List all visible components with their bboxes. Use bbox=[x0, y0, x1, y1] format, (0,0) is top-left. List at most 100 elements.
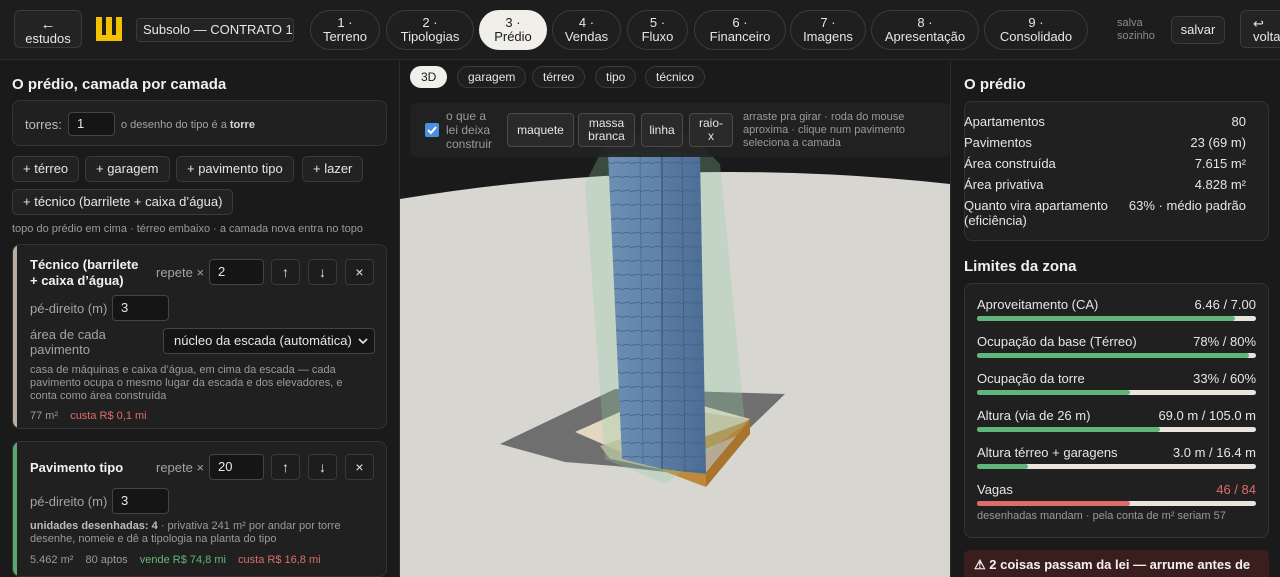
limit-label: Altura térreo + garagens bbox=[977, 445, 1118, 460]
towers-input[interactable]: 1 bbox=[68, 112, 115, 136]
step-tab-3[interactable]: 3 · Prédio bbox=[479, 10, 547, 50]
limit-progress-fill bbox=[977, 353, 1250, 358]
repeat-input[interactable]: 20 bbox=[209, 454, 264, 480]
limit-value: 46 / 84 bbox=[1216, 482, 1256, 497]
viewer-hint: arraste pra girar · roda do mouse aproxi… bbox=[743, 111, 906, 149]
step-number: 1 · bbox=[337, 15, 353, 30]
view-options-overlay: o que a lei deixa construir maquete mass… bbox=[410, 103, 950, 157]
layer-units: 80 aptos bbox=[85, 554, 128, 566]
summary-row-private-area: Área privativa 4.828 m² bbox=[964, 177, 1246, 192]
step-label: Prédio bbox=[494, 29, 532, 44]
layer-revenue: vende R$ 74,8 mi bbox=[139, 554, 226, 566]
mode-maquete-button[interactable]: maquete bbox=[507, 113, 574, 147]
layer-card-tecnico[interactable]: Técnico (barrilete + caixa d’água) repet… bbox=[12, 244, 387, 429]
mode-linha-button[interactable]: linha bbox=[641, 113, 683, 147]
repeat-input[interactable]: 2 bbox=[209, 259, 264, 285]
step-tab-1[interactable]: 1 · Terreno bbox=[310, 10, 380, 50]
limit-label: Ocupação da base (Térreo) bbox=[977, 334, 1137, 349]
limit-progress-bar bbox=[977, 464, 1256, 469]
tab-garagem[interactable]: garagem bbox=[457, 66, 527, 88]
floor-area-select[interactable]: núcleo da escada (automática) bbox=[163, 328, 375, 354]
tab-tecnico[interactable]: técnico bbox=[645, 66, 706, 88]
viewer-panel: 3D garagem térreo tipo técnico o que a l… bbox=[400, 61, 950, 577]
tab-3d[interactable]: 3D bbox=[410, 66, 448, 88]
layer-color-stripe bbox=[13, 442, 17, 576]
save-button[interactable]: salvar bbox=[1171, 16, 1225, 44]
step-tab-2[interactable]: 2 · Tipologias bbox=[386, 10, 474, 50]
mode-massa-branca-button[interactable]: massa branca bbox=[578, 113, 635, 147]
layer-card-pavimento-tipo[interactable]: Pavimento tipo repete × 20 ↑ ↓ × pé-dire… bbox=[12, 441, 387, 577]
step-number: 9 · bbox=[1028, 15, 1044, 30]
add-pavimento-tipo-button[interactable]: + pavimento tipo bbox=[176, 156, 294, 182]
step-number: 3 · bbox=[505, 15, 521, 30]
step-number: 2 · bbox=[422, 15, 438, 30]
limit-row: Altura (via de 26 m) 69.0 m / 105.0 m bbox=[977, 408, 1256, 423]
project-name-field[interactable]: Subsolo — CONTRATO 1 bbox=[136, 18, 294, 42]
step-tab-5[interactable]: 5 · Fluxo bbox=[627, 10, 688, 50]
towers-hint: o desenho do tipo é a torre bbox=[121, 119, 255, 131]
move-up-button[interactable]: ↑ bbox=[271, 454, 300, 480]
ceiling-height-input[interactable]: 3 bbox=[112, 295, 169, 321]
vagas-note: desenhadas mandam · pela conta de m² ser… bbox=[977, 510, 1226, 522]
ceiling-height-label: pé-direito (m) bbox=[30, 301, 108, 316]
move-up-button[interactable]: ↑ bbox=[271, 259, 300, 285]
add-tecnico-button[interactable]: + técnico (barrilete + caixa d’água) bbox=[12, 189, 234, 215]
legal-alert-banner[interactable]: ⚠ 2 coisas passam da lei — arrume antes … bbox=[964, 550, 1269, 577]
step-number: 8 · bbox=[917, 15, 933, 30]
ceiling-height-label: pé-direito (m) bbox=[30, 494, 108, 509]
repeat-label: repete × bbox=[156, 460, 205, 475]
legal-envelope-checkbox[interactable] bbox=[425, 123, 439, 137]
limit-progress-bar bbox=[977, 427, 1256, 432]
add-garagem-button[interactable]: + garagem bbox=[85, 156, 170, 182]
add-terreo-button[interactable]: + térreo bbox=[12, 156, 80, 182]
step-number: 5 · bbox=[649, 15, 666, 30]
3d-viewport[interactable]: o que a lei deixa construir maquete mass… bbox=[400, 94, 950, 577]
tab-terreo[interactable]: térreo bbox=[532, 66, 586, 88]
move-down-button[interactable]: ↓ bbox=[308, 454, 337, 480]
limit-label: Vagas bbox=[977, 482, 1013, 497]
step-number: 4 · bbox=[578, 15, 595, 30]
ceiling-height-input[interactable]: 3 bbox=[112, 488, 169, 514]
step-tab-7[interactable]: 7 · Imagens bbox=[790, 10, 866, 50]
step-number: 6 · bbox=[732, 15, 748, 30]
step-tab-6[interactable]: 6 · Financeiro bbox=[694, 10, 786, 50]
step-tab-9[interactable]: 9 · Consolidado bbox=[984, 10, 1088, 50]
limit-value: 3.0 m / 16.4 m bbox=[1172, 445, 1256, 460]
layer-title: Pavimento tipo bbox=[30, 460, 124, 475]
remove-layer-button[interactable]: × bbox=[345, 259, 374, 285]
mode-raio-x-button[interactable]: raio-x bbox=[689, 113, 733, 147]
units-info: unidades desenhadas: 4 · privativa 241 m… bbox=[30, 520, 341, 545]
limit-progress-fill bbox=[977, 464, 1029, 469]
limit-label: Altura (via de 26 m) bbox=[977, 408, 1091, 423]
add-lazer-button[interactable]: + lazer bbox=[302, 156, 364, 182]
summary-row-apartments: Apartamentos 80 bbox=[964, 114, 1246, 129]
layer-cost: custa R$ 0,1 mi bbox=[70, 410, 147, 422]
towers-label: torres: bbox=[25, 117, 62, 132]
remove-layer-button[interactable]: × bbox=[345, 454, 374, 480]
step-label: Financeiro bbox=[709, 29, 771, 44]
limit-value: 78% / 80% bbox=[1193, 334, 1256, 349]
limit-progress-fill bbox=[977, 390, 1131, 395]
back-to-studies-button[interactable]: ← estudos bbox=[14, 10, 82, 48]
building-3d-render[interactable] bbox=[400, 94, 950, 577]
order-hint: topo do prédio em cima · térreo embaixo … bbox=[12, 223, 363, 235]
layer-area: 5.462 m² bbox=[30, 554, 74, 566]
step-tab-8[interactable]: 8 · Apresentação bbox=[871, 10, 979, 50]
tab-tipo[interactable]: tipo bbox=[595, 66, 637, 88]
back-label: estudos bbox=[25, 31, 71, 46]
summary-row-floors: Pavimentos 23 (69 m) bbox=[964, 135, 1246, 150]
step-label: Apresentação bbox=[884, 29, 966, 44]
limit-label: Aproveitamento (CA) bbox=[977, 297, 1099, 312]
limit-row: Aproveitamento (CA) 6.46 / 7.00 bbox=[977, 297, 1256, 312]
voltar-button[interactable]: ↩ voltar bbox=[1240, 10, 1280, 48]
layer-title: Técnico (barrilete + caixa d’água) bbox=[30, 257, 139, 288]
step-tab-4[interactable]: 4 · Vendas bbox=[552, 10, 621, 50]
limits-title: Limites da zona bbox=[964, 258, 1077, 275]
summary-title: O prédio bbox=[964, 76, 1026, 93]
step-label: Imagens bbox=[803, 29, 853, 44]
limit-label: Ocupação da torre bbox=[977, 371, 1085, 386]
autosave-status: salva sozinho bbox=[1117, 17, 1155, 42]
limit-row: Vagas 46 / 84 bbox=[977, 482, 1256, 497]
step-label: Vendas bbox=[564, 29, 609, 44]
move-down-button[interactable]: ↓ bbox=[308, 259, 337, 285]
